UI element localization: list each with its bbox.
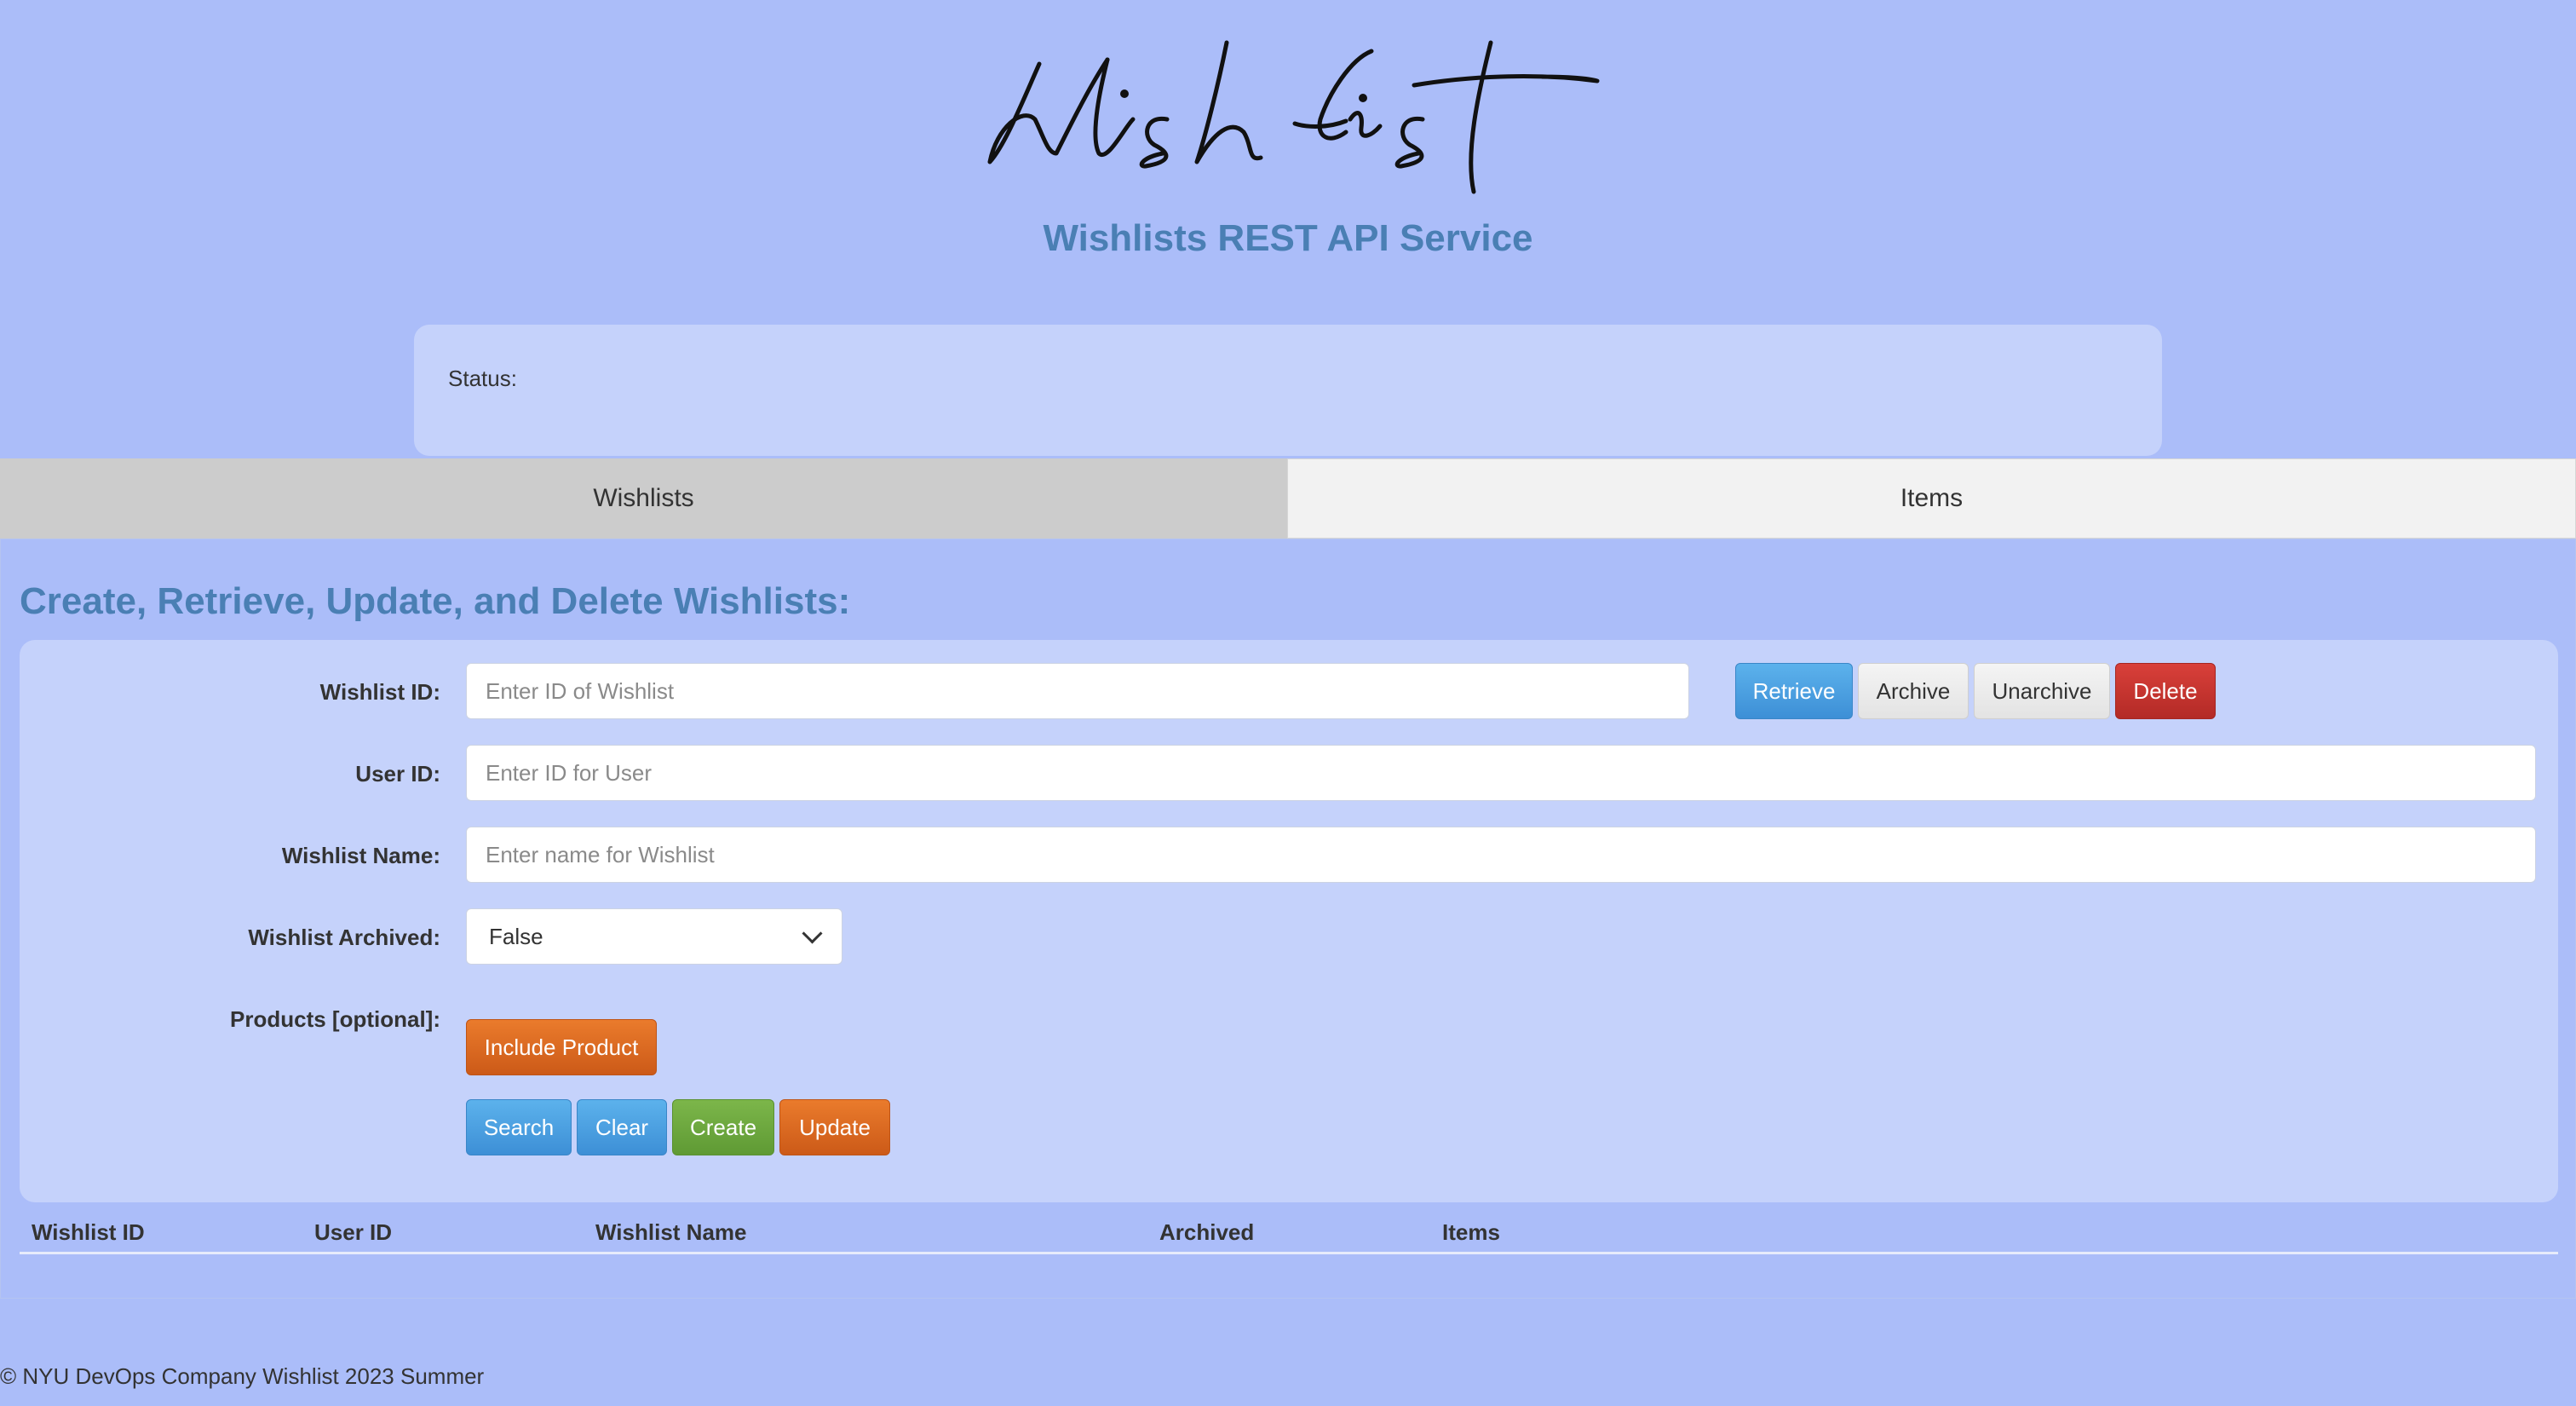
- section-title: Create, Retrieve, Update, and Delete Wis…: [20, 580, 851, 622]
- page-subtitle: Wishlists REST API Service: [1043, 217, 1533, 259]
- user-id-input[interactable]: [466, 745, 2536, 801]
- wishlist-archived-label: Wishlist Archived:: [248, 925, 440, 950]
- archive-button[interactable]: Archive: [1858, 663, 1969, 719]
- archived-selected-value: False: [489, 923, 543, 949]
- search-button[interactable]: Search: [466, 1099, 572, 1155]
- column-header-items: Items: [1442, 1219, 1500, 1245]
- delete-button[interactable]: Delete: [2115, 663, 2216, 719]
- wishlist-name-label: Wishlist Name:: [281, 843, 440, 868]
- products-label: Products [optional]:: [230, 1006, 440, 1032]
- tab-items[interactable]: Items: [1287, 458, 2576, 539]
- tab-wishlists[interactable]: Wishlists: [0, 458, 1287, 539]
- tab-bar: Wishlists Items: [0, 458, 2576, 539]
- column-header-archived: Archived: [1159, 1219, 1255, 1245]
- include-product-button[interactable]: Include Product: [466, 1019, 657, 1075]
- wishlist-name-input[interactable]: [466, 827, 2536, 883]
- wishlist-logo: [987, 40, 1600, 194]
- status-label: Status:: [448, 366, 517, 391]
- user-id-label: User ID:: [355, 761, 440, 787]
- update-button[interactable]: Update: [779, 1099, 890, 1155]
- wishlists-panel: Create, Retrieve, Update, and Delete Wis…: [0, 539, 2576, 1299]
- wishlist-id-input[interactable]: [466, 663, 1689, 719]
- wishlist-form: Wishlist ID: Retrieve Archive Unarchive …: [20, 640, 2558, 1202]
- retrieve-button[interactable]: Retrieve: [1735, 663, 1853, 719]
- chevron-down-icon: [802, 922, 823, 944]
- column-header-user-id: User ID: [314, 1219, 393, 1245]
- wishlist-id-label: Wishlist ID:: [319, 679, 440, 705]
- footer-copyright: © NYU DevOps Company Wishlist 2023 Summe…: [0, 1363, 485, 1389]
- wishlist-archived-select[interactable]: False: [466, 908, 842, 965]
- clear-button[interactable]: Clear: [577, 1099, 667, 1155]
- unarchive-button[interactable]: Unarchive: [1974, 663, 2110, 719]
- status-panel: Status:: [414, 325, 2162, 456]
- create-button[interactable]: Create: [672, 1099, 774, 1155]
- column-header-wishlist-name: Wishlist Name: [595, 1219, 747, 1245]
- results-table-header: Wishlist ID User ID Wishlist Name Archiv…: [20, 1204, 2558, 1254]
- column-header-wishlist-id: Wishlist ID: [32, 1219, 145, 1245]
